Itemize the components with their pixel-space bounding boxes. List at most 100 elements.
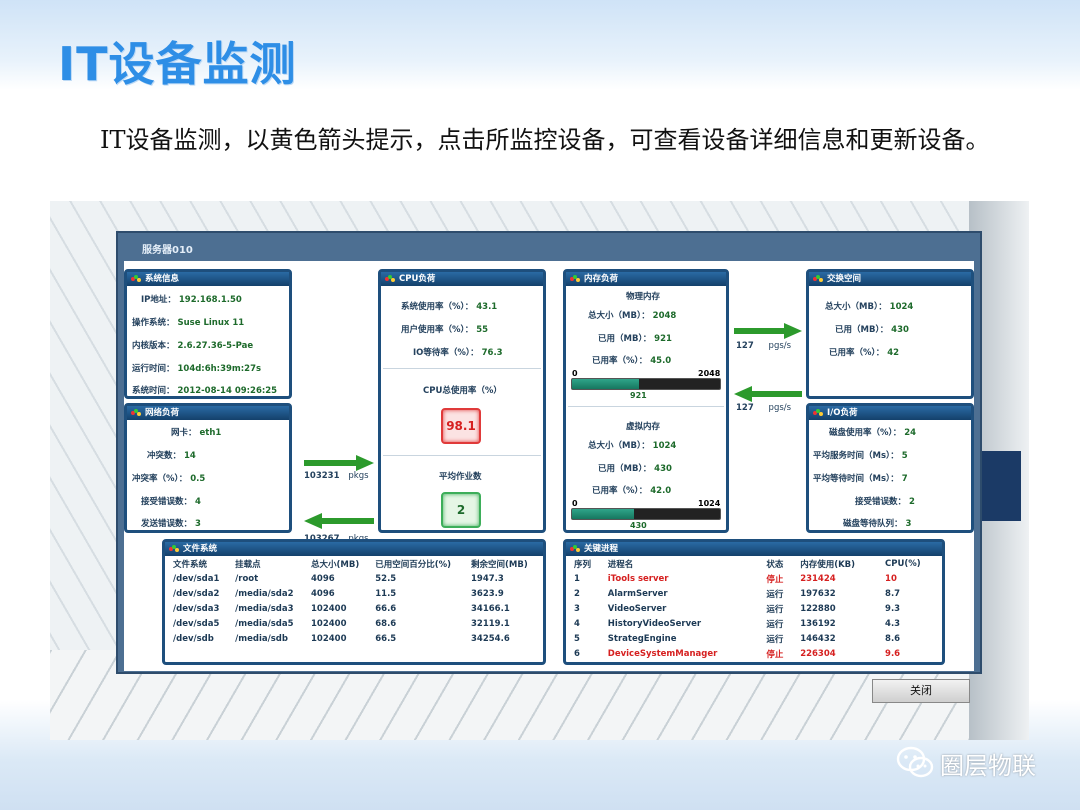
cpu-header: CPU负荷 <box>381 272 543 286</box>
table-row[interactable]: /dev/sda5/media/sda5 102400 68.6 32119.1 <box>169 616 541 631</box>
server-detail-window: 服务器010 系统信息 IP地址： 192.168.1.50 操作系统： Sus… <box>116 231 982 674</box>
col-header: CPU(%) <box>885 559 921 569</box>
mem-phys-bar-max: 2048 <box>698 369 721 378</box>
table-cell: 4.3 <box>885 618 901 629</box>
mem-physical-label: 物理内存 <box>626 292 661 302</box>
filesystem-table: 文件系统 挂载点 总大小(MB) 已用空间百分比(%) 剩余空间(MB) /de… <box>169 557 541 646</box>
sys-row-uptime: 运行时间： 104d:6h:39m:27s <box>132 364 262 374</box>
table-row[interactable]: /dev/sda3/media/sda3 102400 66.6 34166.1 <box>169 601 541 616</box>
io-row-disk-usage: 磁盘使用率（%）： 24 <box>829 428 917 438</box>
table-cell: 运行 <box>766 619 784 630</box>
table-row[interactable]: 1 iTools server 停止 231424 10 <box>570 571 940 586</box>
table-cell: /dev/sda5 <box>173 618 220 629</box>
table-cell: 102400 <box>311 603 347 614</box>
table-cell: 3 <box>574 603 580 614</box>
table-cell: 2 <box>574 588 580 599</box>
col-header: 挂载点 <box>235 560 261 570</box>
arrow-right-icon <box>304 455 374 471</box>
table-cell: 停止 <box>766 649 784 660</box>
panel-logo-icon <box>385 275 395 283</box>
mem-virt-bar-min: 0 <box>572 499 578 508</box>
system-info-title: 系统信息 <box>145 274 180 284</box>
mem-phys-used: 已用（MB）： 921 <box>598 334 672 344</box>
sys-row-kernel: 内核版本： 2.6.27.36-5-Pae <box>132 341 254 351</box>
panel-logo-icon <box>131 409 141 417</box>
table-cell: /media/sda2 <box>235 588 294 599</box>
table-cell: 运行 <box>766 589 784 600</box>
table-row[interactable]: /dev/sda2/media/sda2 4096 11.5 3623.9 <box>169 586 541 601</box>
io-panel: I/O负荷 磁盘使用率（%）： 24 平均服务时间（Ms）： 5 平均等待时间（… <box>806 403 974 533</box>
table-row[interactable]: 4 HistoryVideoServer 运行 136192 4.3 <box>570 616 940 631</box>
col-header: 已用空间百分比(%) <box>375 560 452 570</box>
table-row[interactable]: 3 VideoServer 运行 122880 9.3 <box>570 601 940 616</box>
processes-table: 序列 进程名 状态 内存使用(KB) CPU(%) 1 iTools server… <box>570 557 940 661</box>
col-header: 序列 <box>574 560 592 570</box>
system-info-header: 系统信息 <box>127 272 289 286</box>
net-row-collision-rate: 冲突率（%）： 0.5 <box>132 474 206 484</box>
swap-out-label: 127 pgs/s <box>736 403 792 413</box>
io-header: I/O负荷 <box>809 406 971 420</box>
filesystem-panel: 文件系统 文件系统 挂载点 总大小(MB) 已用空间百分比(%) 剩余空间(MB… <box>162 539 546 665</box>
divider <box>383 455 541 456</box>
cpu-row-system: 系统使用率（%）： 43.1 <box>401 302 498 312</box>
mem-virt-used: 已用（MB）： 430 <box>598 464 672 474</box>
close-button[interactable]: 关闭 <box>872 679 970 703</box>
panel-logo-icon <box>813 409 823 417</box>
network-header: 网络负荷 <box>127 406 289 420</box>
cpu-panel: CPU负荷 系统使用率（%）： 43.1 用户使用率（%）： 55 IO等待率（… <box>378 269 546 533</box>
swap-row-rate: 已用率（%）： 42 <box>829 348 900 358</box>
filesystem-header-row: 文件系统 挂载点 总大小(MB) 已用空间百分比(%) 剩余空间(MB) <box>169 557 541 571</box>
cpu-total-label: CPU总使用率（%） <box>423 386 502 396</box>
cpu-row-user: 用户使用率（%）： 55 <box>401 325 489 335</box>
table-cell: 52.5 <box>375 573 397 584</box>
table-cell: 32119.1 <box>471 618 510 629</box>
table-row[interactable]: /dev/sda1/root 4096 52.5 1947.3 <box>169 571 541 586</box>
cpu-avg-label: 平均作业数 <box>439 472 482 482</box>
table-cell: 3623.9 <box>471 588 504 599</box>
table-row[interactable]: 2 AlarmServer 运行 197632 8.7 <box>570 586 940 601</box>
table-cell: 102400 <box>311 633 347 644</box>
table-cell: 34254.6 <box>471 633 510 644</box>
swap-in-label: 127 pgs/s <box>736 341 792 351</box>
table-row[interactable]: /dev/sdb/media/sdb 102400 66.5 34254.6 <box>169 631 541 646</box>
network-title: 网络负荷 <box>145 408 180 418</box>
table-cell: 1947.3 <box>471 573 504 584</box>
mem-phys-rate: 已用率（%）： 45.0 <box>592 356 672 366</box>
processes-panel: 关键进程 序列 进程名 状态 内存使用(KB) CPU(%) 1 iTools s… <box>563 539 945 665</box>
table-cell: 4096 <box>311 573 335 584</box>
io-row-errors: 接受错误数： 2 <box>855 497 915 507</box>
mem-virt-bar-used: 430 <box>630 521 647 530</box>
table-row[interactable]: 6 DeviceSystemManager 停止 226304 9.6 <box>570 646 940 661</box>
col-header: 剩余空间(MB) <box>471 560 528 570</box>
panel-logo-icon <box>570 275 580 283</box>
table-cell: /dev/sda3 <box>173 603 220 614</box>
panel-logo-icon <box>813 275 823 283</box>
col-header: 总大小(MB) <box>311 560 360 570</box>
panel-logo-icon <box>570 545 580 553</box>
watermark-text: 圈层物联 <box>940 751 1036 780</box>
table-row[interactable]: 5 StrategEngine 运行 146432 8.6 <box>570 631 940 646</box>
table-cell: 1 <box>574 573 580 584</box>
io-title: I/O负荷 <box>827 408 858 418</box>
io-row-wait-time: 平均等待时间（Ms）： 7 <box>813 474 908 484</box>
swap-row-total: 总大小（MB）： 1024 <box>825 302 914 312</box>
table-cell: 4096 <box>311 588 335 599</box>
table-cell: 136192 <box>800 618 836 629</box>
table-cell: 8.7 <box>885 588 901 599</box>
watermark: 圈层物联 <box>896 745 1036 781</box>
window-title: 服务器010 <box>142 245 193 256</box>
table-cell: VideoServer <box>607 603 667 614</box>
network-panel: 网络负荷 网卡： eth1 冲突数： 14 冲突率（%）： 0.5 接受错误数：… <box>124 403 292 533</box>
table-cell: /media/sda3 <box>235 603 294 614</box>
table-cell: 197632 <box>800 588 836 599</box>
table-cell: 66.5 <box>375 633 397 644</box>
table-cell: 6 <box>574 648 580 659</box>
swap-title: 交换空间 <box>827 274 862 284</box>
table-cell: 运行 <box>766 604 784 615</box>
table-cell: 34166.1 <box>471 603 510 614</box>
table-cell: 146432 <box>800 633 836 644</box>
slide-title: IT设备监测 <box>58 37 297 91</box>
table-cell: AlarmServer <box>607 588 668 599</box>
wechat-icon <box>896 746 934 778</box>
table-cell: 9.6 <box>885 648 901 659</box>
